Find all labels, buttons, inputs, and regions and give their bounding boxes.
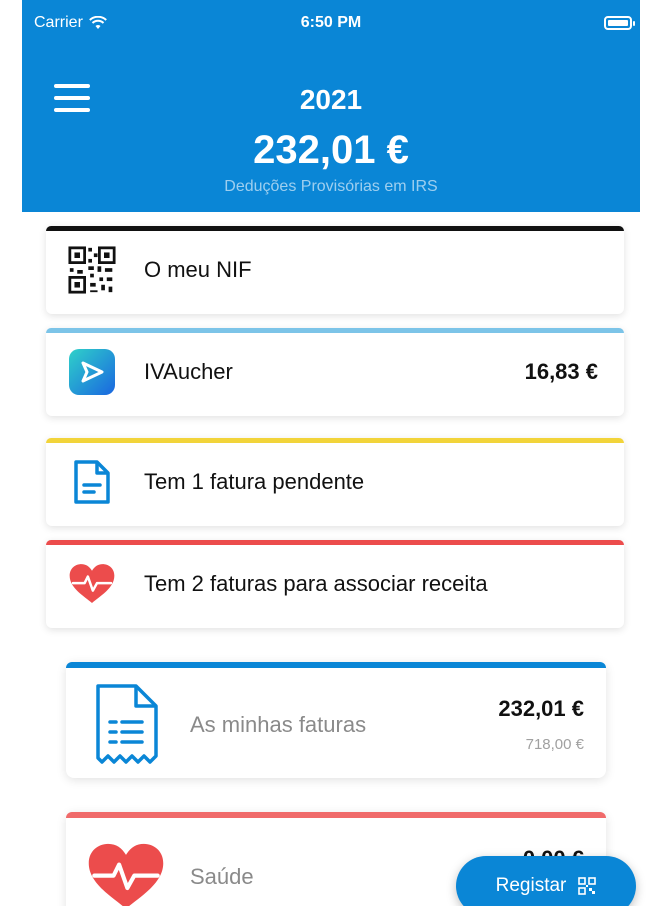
- health-section-accent: [66, 812, 606, 818]
- qr-code-icon: [68, 246, 116, 294]
- ivaucher-amount: 16,83 €: [524, 359, 598, 384]
- invoices-amount: 232,01 €: [498, 696, 584, 721]
- register-button[interactable]: Registar: [456, 856, 636, 906]
- prescription-label: Tem 2 faturas para associar receita: [144, 571, 488, 596]
- document-icon: [68, 458, 116, 506]
- nif-label: O meu NIF: [144, 257, 252, 282]
- prescription-card[interactable]: Tem 2 faturas para associar receita: [46, 540, 624, 628]
- ivaucher-card-accent: [46, 328, 624, 333]
- receipt-icon: [94, 682, 160, 771]
- year-title: 2021: [299, 84, 363, 115]
- nif-card[interactable]: O meu NIF: [46, 226, 624, 314]
- health-label: Saúde: [190, 864, 254, 889]
- pending-card-accent: [46, 438, 624, 443]
- total-deductions: 232,01 €: [253, 128, 409, 172]
- ivaucher-card[interactable]: IVAucher 16,83 €: [46, 328, 624, 416]
- battery-icon: [604, 16, 635, 30]
- nif-card-accent: [46, 226, 624, 231]
- status-bar: Carrier 6:50 PM: [22, 14, 640, 36]
- qr-scan-icon: [578, 877, 597, 895]
- invoices-sub-amount: 718,00 €: [525, 736, 584, 753]
- pending-invoice-card[interactable]: Tem 1 fatura pendente: [46, 438, 624, 526]
- status-time: 6:50 PM: [300, 14, 362, 31]
- app-header: Carrier 6:50 PM 2021 232,01 € Deduções P…: [22, 0, 640, 212]
- ivaucher-label: IVAucher: [144, 359, 233, 384]
- heart-pulse-icon: [68, 560, 116, 608]
- heart-pulse-large-icon: [86, 842, 166, 906]
- my-invoices-section[interactable]: As minhas faturas 232,01 € 718,00 €: [66, 662, 606, 778]
- register-label: Registar: [495, 875, 567, 896]
- prescription-card-accent: [46, 540, 624, 545]
- ivaucher-app-icon: [68, 348, 116, 396]
- pending-label: Tem 1 fatura pendente: [144, 469, 365, 494]
- invoices-section-accent: [66, 662, 606, 668]
- invoices-label: As minhas faturas: [190, 712, 367, 737]
- deductions-subtitle: Deduções Provisórias em IRS: [224, 178, 438, 195]
